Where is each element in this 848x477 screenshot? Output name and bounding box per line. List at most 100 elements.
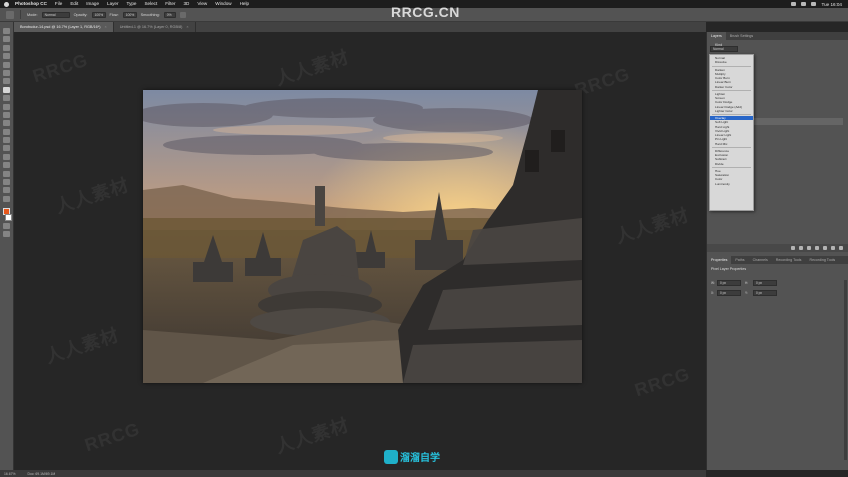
close-icon[interactable]: × <box>104 25 106 29</box>
flag-icon[interactable] <box>811 2 817 6</box>
type-tool-icon[interactable] <box>3 153 10 160</box>
blend-mode-select[interactable]: Normal <box>710 46 738 52</box>
apple-icon[interactable] <box>4 1 9 7</box>
menubar-clock[interactable]: Tue 16:04 <box>821 2 842 7</box>
mode-label: Mode: <box>27 12 38 17</box>
brush-tool-icon[interactable] <box>3 86 10 93</box>
menu-type[interactable]: Type <box>127 0 137 8</box>
tab-untitled[interactable]: Untitled-1 @ 16.7% (Layer 0, RGB/8) × <box>114 22 196 32</box>
crop-tool-icon[interactable] <box>3 61 10 68</box>
wifi-icon[interactable] <box>791 2 797 6</box>
layers-footer <box>707 244 848 252</box>
hand-tool-icon[interactable] <box>3 179 10 186</box>
tab-paths[interactable]: Paths <box>731 256 748 264</box>
properties-panel: Properties Paths Channels Recording Tool… <box>707 256 848 470</box>
brush-preset-icon[interactable] <box>6 10 14 19</box>
healing-tool-icon[interactable] <box>3 78 10 85</box>
menu-3d[interactable]: 3D <box>183 0 189 8</box>
opacity-field[interactable]: 100% <box>91 11 106 18</box>
menu-file[interactable]: File <box>55 0 62 8</box>
blend-mode-dropdown: Normal Dissolve Darken Multiply Color Burn Li… <box>709 54 754 211</box>
background-color-swatch[interactable] <box>5 213 12 221</box>
prop-x-field[interactable]: 0 px <box>717 290 741 296</box>
menu-separator <box>712 113 751 115</box>
tab-channels[interactable]: Channels <box>749 256 772 264</box>
screen-mode-icon[interactable] <box>3 231 10 238</box>
properties-scrollbar[interactable] <box>844 280 847 460</box>
flow-field[interactable]: 100% <box>122 11 137 18</box>
trash-icon[interactable] <box>839 246 843 250</box>
tab-recording-tools-2[interactable]: Recording Tools <box>805 256 839 264</box>
dodge-tool-icon[interactable] <box>3 137 10 144</box>
more-tools-icon[interactable] <box>3 195 10 202</box>
mode-select[interactable]: Normal <box>41 11 70 18</box>
menu-help[interactable]: Help <box>240 0 249 8</box>
properties-panel-tabs: Properties Paths Channels Recording Tool… <box>707 256 848 264</box>
path-select-tool-icon[interactable] <box>3 162 10 169</box>
move-tool-icon[interactable] <box>3 28 10 34</box>
prop-y-field[interactable]: 0 px <box>753 290 777 296</box>
prop-y-label: Y: <box>745 291 748 295</box>
menu-separator <box>712 65 751 67</box>
tab-label: Untitled-1 @ 16.7% (Layer 0, RGB/8) <box>119 25 183 29</box>
menu-separator <box>712 146 751 148</box>
site-logo: 溜溜自学 <box>384 449 440 464</box>
tab-layers[interactable]: Layers <box>707 32 726 40</box>
tiled-watermark-cn: 人人素材 <box>273 414 352 458</box>
smoothing-label: Smoothing: <box>140 12 160 17</box>
tab-recording-tools[interactable]: Recording Tools <box>772 256 806 264</box>
blend-mode-item[interactable]: Luminosity <box>710 182 753 186</box>
marquee-tool-icon[interactable] <box>3 36 10 43</box>
quick-mask-icon[interactable] <box>3 222 10 229</box>
tab-borobudur[interactable]: Borobudur-14.psd @ 16.7% (Layer 1, RGB/1… <box>14 22 114 32</box>
adjustment-icon[interactable] <box>815 246 819 250</box>
new-layer-icon[interactable] <box>831 246 835 250</box>
menu-filter[interactable]: Filter <box>165 0 175 8</box>
tab-properties[interactable]: Properties <box>707 256 732 264</box>
blur-tool-icon[interactable] <box>3 128 10 135</box>
link-icon[interactable] <box>791 246 795 250</box>
prop-h-label: H: <box>745 281 749 285</box>
zoom-tool-icon[interactable] <box>3 187 10 194</box>
menu-view[interactable]: View <box>197 0 207 8</box>
gradient-tool-icon[interactable] <box>3 120 10 127</box>
shape-tool-icon[interactable] <box>3 170 10 177</box>
close-icon[interactable]: × <box>186 25 188 29</box>
menu-select[interactable]: Select <box>144 0 157 8</box>
logo-text: 溜溜自学 <box>400 453 440 464</box>
menu-window[interactable]: Window <box>215 0 231 8</box>
gear-icon[interactable] <box>179 11 186 18</box>
prop-w-field[interactable]: 0 px <box>717 280 741 286</box>
smoothing-field[interactable]: 0% <box>163 11 176 18</box>
pen-tool-icon[interactable] <box>3 145 10 152</box>
site-watermark: RRCG.CN <box>391 4 460 20</box>
tab-brush-settings[interactable]: Brush Settings <box>726 32 757 40</box>
folder-icon[interactable] <box>823 246 827 250</box>
history-brush-tool-icon[interactable] <box>3 103 10 110</box>
mask-icon[interactable] <box>807 246 811 250</box>
menu-layer[interactable]: Layer <box>107 0 119 8</box>
menu-app-name[interactable]: Photoshop CC <box>15 0 47 8</box>
quick-select-tool-icon[interactable] <box>3 53 10 60</box>
opacity-label: Opacity: <box>73 12 88 17</box>
divider <box>20 10 21 19</box>
doc-size[interactable]: Doc: 69.1M/69.1M <box>28 472 56 476</box>
canvas-area[interactable]: RRCG 人人素材 RRCG 人人素材 人人素材 人人素材 RRCG 人人素材 … <box>14 32 706 470</box>
battery-icon[interactable] <box>801 2 807 6</box>
tiled-watermark: RRCG <box>82 418 143 456</box>
menu-separator <box>712 89 751 91</box>
clone-stamp-tool-icon[interactable] <box>3 95 10 102</box>
eraser-tool-icon[interactable] <box>3 111 10 118</box>
flow-label: Flow: <box>109 12 119 17</box>
menu-image[interactable]: Image <box>86 0 99 8</box>
menu-separator <box>712 166 751 168</box>
toolbox <box>0 22 14 470</box>
fx-icon[interactable] <box>799 246 803 250</box>
document-tabs: Borobudur-14.psd @ 16.7% (Layer 1, RGB/1… <box>14 22 706 32</box>
menu-edit[interactable]: Edit <box>70 0 78 8</box>
document-canvas-image[interactable] <box>143 90 582 383</box>
zoom-level[interactable]: 16.67% <box>4 472 16 476</box>
lasso-tool-icon[interactable] <box>3 44 10 51</box>
eyedropper-tool-icon[interactable] <box>3 69 10 76</box>
prop-h-field[interactable]: 0 px <box>753 280 777 286</box>
